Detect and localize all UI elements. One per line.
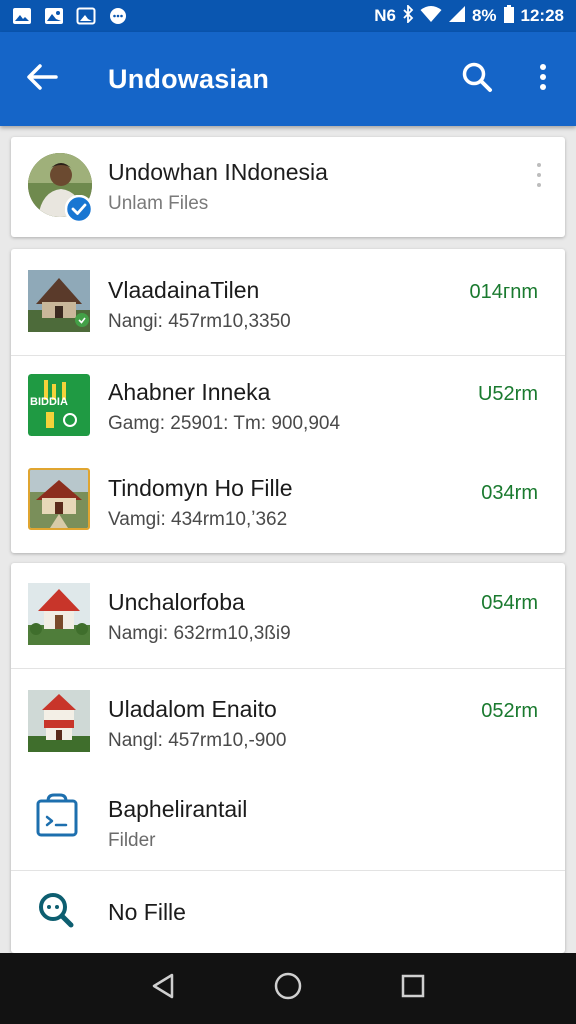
clock: 12:28 xyxy=(520,6,564,25)
more-vert-icon xyxy=(537,163,541,167)
account-subtitle: Unlam Files xyxy=(108,193,209,214)
file-name: Ahabner Inneka xyxy=(108,379,271,405)
list-item[interactable]: Unchalorfoba Namgi: 632rm10,3ßi9 054rm xyxy=(11,563,565,669)
file-meta: Gamg: 25901: Tm: 900,904 xyxy=(108,413,341,434)
file-duration: 034rm xyxy=(481,482,538,504)
list-item[interactable]: Baphelirantail Filder xyxy=(11,773,565,870)
list-item[interactable]: Uladalom Enaito Nangl: 457rm10,-900 052r… xyxy=(11,669,565,773)
battery-percent: 8% xyxy=(471,6,497,25)
file-name: Baphelirantail xyxy=(108,796,248,822)
file-name: Unchalorfoba xyxy=(108,589,245,615)
page-title: Undowasian xyxy=(108,63,270,94)
list-item[interactable]: Tindomyn Ho Fille Vamgi: 434rm10,ʼ362 03… xyxy=(11,456,565,553)
tower-thumbnail-icon xyxy=(28,690,90,752)
more-vert-icon xyxy=(539,63,547,96)
file-list-group-1: VlaadainaTilen Nangi: 457rm10,3350 014гn… xyxy=(11,249,565,553)
account-card[interactable]: Undowhan INdonesia Unlam Files xyxy=(11,137,565,237)
recents-square-icon xyxy=(400,973,426,1004)
file-meta: Namgi: 632rm10,3ßi9 xyxy=(108,623,291,644)
file-name: Tindomyn Ho Fille xyxy=(108,475,293,501)
folder-icon xyxy=(33,791,83,841)
arrow-left-icon xyxy=(26,63,58,96)
nav-back-button[interactable] xyxy=(133,959,193,1019)
house-thumbnail-icon xyxy=(28,468,90,530)
account-name: Undowhan INdonesia xyxy=(108,159,328,185)
search-file-icon xyxy=(35,889,79,933)
file-meta: Nangl: 457rm10,-900 xyxy=(108,730,287,751)
file-duration: U52rm xyxy=(477,383,538,405)
signal-icon xyxy=(448,5,466,28)
verified-check-icon xyxy=(64,194,94,228)
nav-home-button[interactable] xyxy=(258,959,318,1019)
list-item[interactable]: VlaadainaTilen Nangi: 457rm10,3350 014гn… xyxy=(11,249,565,355)
status-bar: N6 8% 12:28 xyxy=(0,0,576,32)
overflow-menu-button[interactable] xyxy=(510,32,576,126)
file-name: Uladalom Enaito xyxy=(108,696,277,722)
chat-icon xyxy=(108,7,128,25)
file-meta: Filder xyxy=(108,830,156,851)
file-meta: Vamgi: 434rm10,ʼ362 xyxy=(108,509,288,530)
account-more-button[interactable] xyxy=(531,163,547,187)
temple-thumbnail-icon xyxy=(28,270,90,332)
file-duration: 014гnm xyxy=(469,281,538,303)
pavilion-thumbnail-icon xyxy=(28,583,90,645)
wifi-icon xyxy=(420,5,442,28)
bluetooth-icon xyxy=(402,3,414,28)
app-bar: Undowasian xyxy=(0,32,576,126)
thumb-label: BIDDIA xyxy=(30,396,68,408)
file-duration: 054rm xyxy=(481,592,538,614)
system-nav-bar xyxy=(0,953,576,1024)
list-item[interactable]: BIDDIA Ahabner Inneka Gamg: 25901: Tm: 9… xyxy=(11,356,565,456)
photo-icon xyxy=(76,7,96,25)
file-list-group-2: Unchalorfoba Namgi: 632rm10,3ßi9 054rm U… xyxy=(11,563,565,953)
home-circle-icon xyxy=(273,971,303,1006)
list-item[interactable]: No Fille xyxy=(11,871,565,953)
file-name: No Fille xyxy=(108,899,186,925)
network-label: N6 xyxy=(374,6,396,25)
battery-icon xyxy=(503,4,515,28)
file-meta: Nangi: 457rm10,3350 xyxy=(108,311,291,332)
indonesia-card-icon: BIDDIA xyxy=(28,374,90,436)
search-icon xyxy=(461,61,493,98)
gallery-icon xyxy=(12,7,32,25)
image-icon xyxy=(44,7,64,25)
file-name: VlaadainaTilen xyxy=(108,277,260,303)
file-duration: 052rm xyxy=(481,700,538,722)
back-button[interactable] xyxy=(2,32,82,126)
search-button[interactable] xyxy=(444,32,510,126)
nav-recents-button[interactable] xyxy=(383,959,443,1019)
back-triangle-icon xyxy=(150,972,176,1005)
